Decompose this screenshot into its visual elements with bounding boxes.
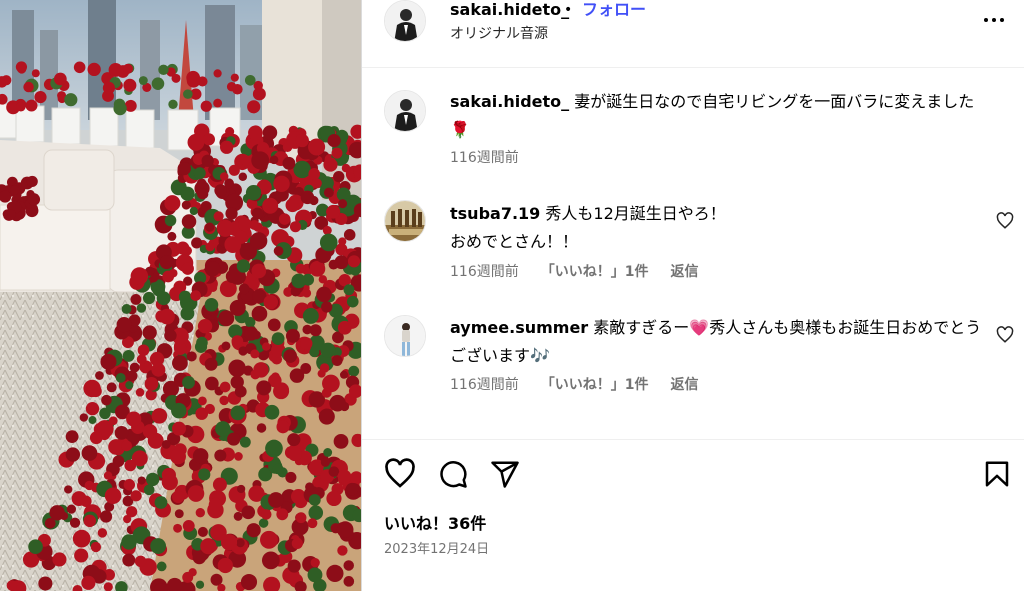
post-date[interactable]: 2023年12月24日 (384, 541, 489, 559)
more-icon[interactable] (982, 10, 1006, 30)
caption-text: sakai.hideto_ 妻が誕生日なので自宅リビングを一面バラに変えました 🌹 (450, 88, 990, 144)
rose-room-image (0, 0, 361, 591)
save-icon[interactable] (982, 459, 1012, 489)
comment-username[interactable]: aymee.summer (450, 318, 588, 337)
comment-time[interactable]: 116週間前 (450, 375, 519, 395)
caption-username[interactable]: sakai.hideto_ (450, 92, 569, 111)
actions-divider (362, 439, 1024, 440)
rose-emoji: 🌹 (450, 120, 470, 139)
header-divider (362, 67, 1024, 68)
comment-heart-icon[interactable] (996, 326, 1014, 344)
music-emoji: 🎶 (530, 346, 550, 365)
caption-body: 妻が誕生日なので自宅リビングを一面バラに変えました (574, 92, 975, 111)
reply-button[interactable]: 返信 (670, 375, 698, 395)
caption-time[interactable]: 116週間前 (450, 148, 519, 168)
caption-avatar[interactable] (384, 90, 426, 132)
comment-text: aymee.summer 素敵すぎるー💗秀人さんも奥様もお誕生日おめでとうござい… (450, 314, 990, 370)
post-photo[interactable] (0, 0, 361, 591)
follow-button[interactable]: フォロー (582, 0, 646, 20)
share-icon[interactable] (490, 459, 520, 489)
comment-body-part1: 素敵すぎるー (593, 318, 690, 337)
comment-icon[interactable] (438, 459, 468, 489)
author-avatar[interactable] (384, 0, 426, 42)
comment-likes-link[interactable]: 「いいね！」1件 (541, 375, 649, 395)
heart-emoji: 💗 (689, 318, 710, 337)
comment-text: tsuba7.19 秀人も12月誕生日やろ！ おめでとさん！！ (450, 200, 990, 256)
comment-time[interactable]: 116週間前 (450, 262, 519, 282)
audio-label[interactable]: オリジナル音源 (450, 24, 548, 44)
author-username[interactable]: sakai.hideto_ (450, 0, 569, 20)
comment-body-line1: 秀人も12月誕生日やろ！ (545, 204, 726, 223)
comment-meta: 116週間前 「いいね！」1件 返信 (450, 262, 698, 282)
caption-meta: 116週間前 (450, 148, 519, 168)
comment-avatar[interactable] (384, 315, 426, 357)
comment-meta: 116週間前 「いいね！」1件 返信 (450, 375, 698, 395)
comment-avatar[interactable] (384, 200, 426, 242)
reply-button[interactable]: 返信 (670, 262, 698, 282)
header-separator: • (564, 2, 573, 18)
comment-heart-icon[interactable] (996, 212, 1014, 230)
comment-likes-link[interactable]: 「いいね！」1件 (541, 262, 649, 282)
comment-username[interactable]: tsuba7.19 (450, 204, 540, 223)
comment-body-line2: おめでとさん！！ (450, 232, 579, 251)
heart-icon[interactable] (384, 458, 416, 490)
likes-count[interactable]: いいね！36件 (384, 512, 486, 536)
post-panel: sakai.hideto_ • フォロー オリジナル音源 sakai.hidet… (362, 0, 1024, 591)
